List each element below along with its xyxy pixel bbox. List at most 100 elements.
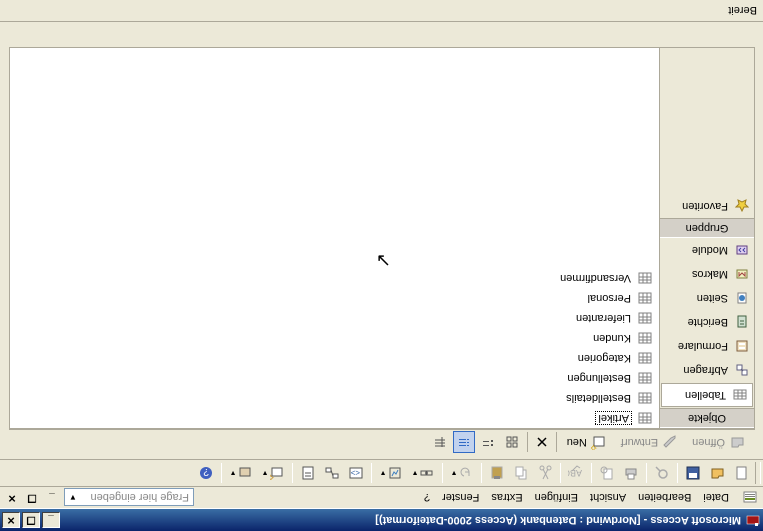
object-sidebar: Objekte Tabellen Abfragen Formulare Beri… [659,47,755,429]
sidebar-item-makros[interactable]: Makros [660,262,754,286]
menu-bar: Datei Bearbeiten Ansicht Einfügen Extras… [0,487,763,509]
view-small-icons[interactable] [477,432,499,454]
preview-button[interactable] [596,462,618,484]
open-button[interactable] [706,462,728,484]
table-row[interactable]: Versandfirmen [10,268,659,288]
app-icon [745,512,761,528]
table-icon [732,387,748,403]
spelling-button[interactable]: ABC [565,462,587,484]
table-name: Bestellungen [567,372,631,384]
menu-einfugen[interactable]: Einfügen [529,490,584,506]
table-icon [637,311,653,325]
save-button[interactable] [682,462,704,484]
svg-text:✧: ✧ [591,442,598,451]
doc-close-button[interactable]: ✕ [4,491,20,505]
sidebar-item-module[interactable]: Module [660,238,754,262]
relations-button[interactable] [321,462,343,484]
help-placeholder: Frage hier eingeben [91,492,189,504]
title-bar: Microsoft Access - [Nordwind : Datenbank… [0,509,763,531]
db-new-label: Neu [567,437,587,449]
table-row[interactable]: Kunden [10,328,659,348]
doc-restore-button[interactable]: ❐ [24,491,40,505]
newobj2-button[interactable]: ▼ [226,462,256,484]
db-toolbar: Öffnen Entwurf ✧ Neu [9,429,755,455]
table-row[interactable]: Kategorien [10,348,659,368]
code-button[interactable]: <> [345,462,367,484]
doc-minimize-button[interactable]: _ [44,491,60,505]
table-name: Bestelldetails [566,392,631,404]
properties-button[interactable] [297,462,319,484]
link-button[interactable]: ▼ [408,462,438,484]
db-delete-button[interactable] [532,432,552,454]
minimize-button[interactable]: _ [42,512,60,528]
sidebar-item-seiten[interactable]: Seiten [660,286,754,310]
table-row[interactable]: Bestelldetails [10,388,659,408]
report-icon [734,314,750,330]
sidebar-item-abfragen[interactable]: Abfragen [660,358,754,382]
gruppen-header[interactable]: Gruppen [660,218,754,238]
copy-button[interactable] [510,462,532,484]
menu-fenster[interactable]: Fenster [436,490,485,506]
sidebar-item-label: Formulare [678,340,728,352]
page-icon [734,290,750,306]
db-design-button[interactable]: Entwurf [615,432,684,454]
menu-extras[interactable]: Extras [485,490,528,506]
sidebar-item-berichte[interactable]: Berichte [660,310,754,334]
help-button[interactable]: ? [195,462,217,484]
table-name: Lieferanten [576,312,631,324]
objekte-header[interactable]: Objekte [660,408,754,428]
table-row[interactable]: Personal [10,288,659,308]
view-list[interactable] [453,432,475,454]
view-details[interactable] [429,432,451,454]
help-search-box[interactable]: Frage hier eingeben ▼ [64,489,194,507]
sidebar-item-label: Seiten [697,292,728,304]
cut-button[interactable] [534,462,556,484]
table-icon [637,391,653,405]
svg-text:✧: ✧ [270,471,275,480]
sidebar-item-formulare[interactable]: Formulare [660,334,754,358]
view-large-icons[interactable] [501,432,523,454]
table-row[interactable]: Artikel [10,408,659,428]
menu-help[interactable]: ? [418,490,436,506]
doc-icon [741,489,759,507]
favorites-icon [734,198,750,214]
menu-bearbeiten[interactable]: Bearbeiten [632,490,697,506]
toolbar-handle[interactable] [755,462,761,484]
table-name: Artikel [596,412,631,424]
svg-text:?: ? [203,466,209,477]
db-open-label: Öffnen [692,437,725,449]
table-row[interactable]: Lieferanten [10,308,659,328]
db-new-button[interactable]: ✧ Neu [561,432,613,454]
table-name: Personal [588,292,631,304]
table-name: Versandfirmen [560,272,631,284]
maximize-button[interactable]: ❐ [22,512,40,528]
print-button[interactable] [620,462,642,484]
table-name: Kunden [593,332,631,344]
dropdown-icon: ▼ [69,493,77,502]
status-text: Bereit [728,5,757,17]
db-open-button[interactable]: Öffnen [686,432,751,454]
db-design-label: Entwurf [621,437,658,449]
object-list: Artikel Bestelldetails Bestellungen Kate… [9,47,659,429]
module-icon [734,242,750,258]
sidebar-item-label: Module [692,244,728,256]
new-button[interactable] [730,462,752,484]
table-icon [637,411,653,425]
analyze-button[interactable]: ▼ [376,462,406,484]
window-title: Microsoft Access - [Nordwind : Datenbank… [62,514,741,526]
query-icon [734,362,750,378]
table-icon [637,331,653,345]
table-icon [637,371,653,385]
close-button[interactable]: ✕ [2,512,20,528]
search-button[interactable] [651,462,673,484]
sidebar-item-tabellen[interactable]: Tabellen [661,383,753,407]
newobj-button[interactable]: ✧▼ [258,462,288,484]
sidebar-item-favoriten[interactable]: Favoriten [660,194,754,218]
menu-ansicht[interactable]: Ansicht [584,490,632,506]
table-row[interactable]: Bestellungen [10,368,659,388]
undo-button[interactable]: ▼ [447,462,477,484]
paste-button[interactable] [486,462,508,484]
menu-datei[interactable]: Datei [697,490,735,506]
table-icon [637,291,653,305]
table-icon [637,351,653,365]
